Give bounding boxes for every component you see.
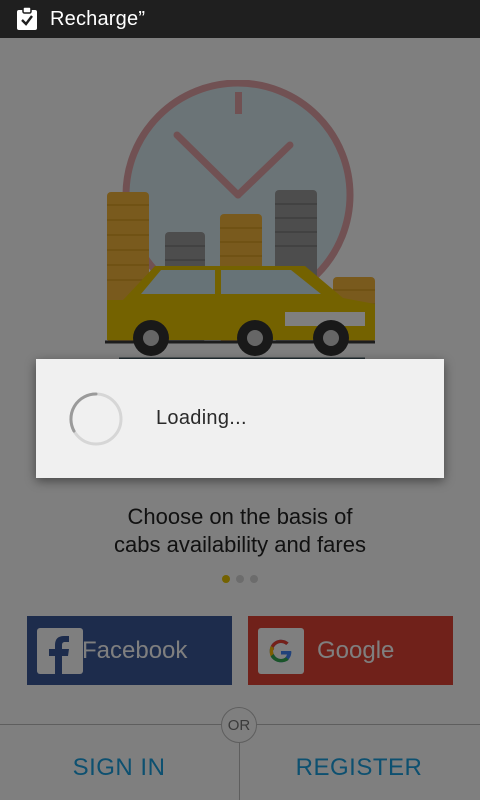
loading-text: Loading... [156,407,247,429]
loading-dialog: Loading... [36,359,444,478]
status-title: Recharge” [50,7,146,30]
status-bar: Recharge” [0,0,480,38]
loading-spinner-icon [69,391,123,445]
clipboard-check-icon [17,7,37,30]
